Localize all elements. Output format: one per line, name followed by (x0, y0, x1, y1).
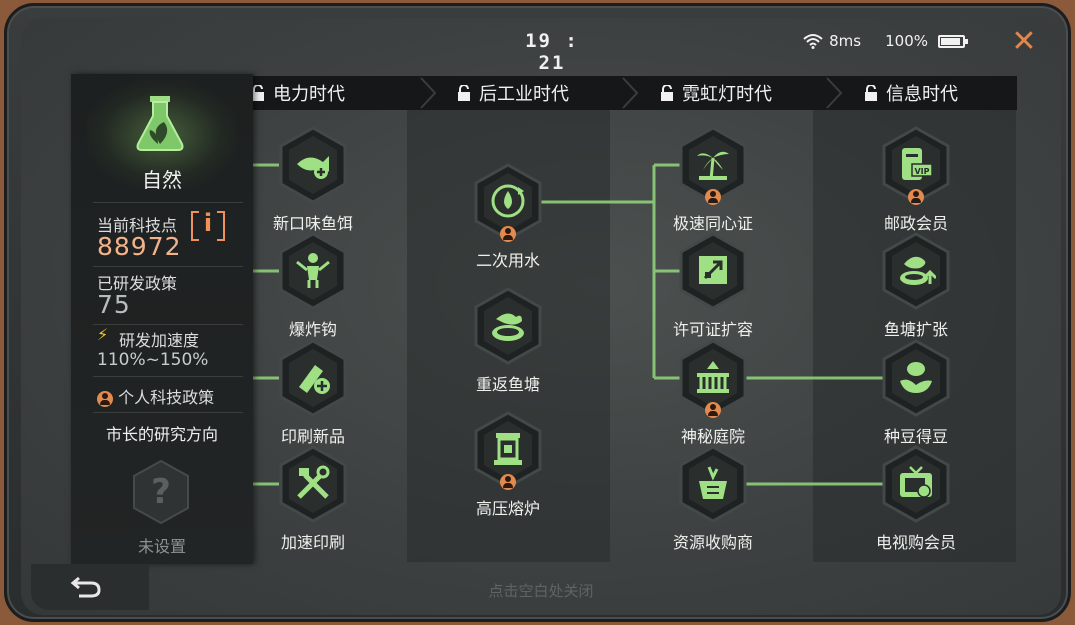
tech-node[interactable]: 加速印刷 (273, 445, 353, 555)
close-hint: 点击空白处关闭 (488, 582, 594, 600)
tech-node[interactable]: VIP 邮政会员 (876, 126, 956, 236)
tech-points-value: 88972 (97, 232, 182, 261)
tech-name: 电视购会员 (875, 533, 956, 552)
svg-text:VIP: VIP (914, 167, 929, 176)
license-expand-icon (699, 256, 727, 284)
tech-node[interactable]: 爆炸钩 (273, 232, 353, 342)
print-new-icon (299, 365, 330, 394)
tech-name: 新口味鱼饵 (272, 214, 353, 233)
tech-node[interactable]: 重返鱼塘 (468, 287, 548, 397)
divider (93, 376, 243, 377)
info-button[interactable]: i (191, 211, 225, 241)
divider (93, 266, 243, 267)
resource-buyer-icon (699, 466, 727, 499)
side-panel: 自然 当前科技点 i 88972 已研发政策 75 ⚡ 研发加速度 110%~1… (71, 74, 253, 564)
palm-certificate-icon (697, 151, 729, 181)
tv-shopping-icon (900, 466, 932, 498)
tech-name: 神秘庭院 (680, 427, 745, 446)
divider (93, 324, 243, 325)
unset-label: 未设置 (137, 537, 186, 556)
researched-value: 75 (97, 290, 131, 319)
tech-node[interactable]: 神秘庭院 (673, 339, 753, 449)
vip-mail-icon: VIP (902, 148, 933, 180)
furnace-icon (494, 433, 522, 465)
tech-node[interactable]: 极速同心证 (673, 126, 753, 236)
divider (93, 202, 243, 203)
flask-leaf-icon (136, 96, 184, 151)
garden-icon (697, 361, 729, 393)
tech-node[interactable]: 印刷新品 (273, 339, 353, 449)
tech-name: 重返鱼塘 (475, 375, 540, 394)
person-icon (97, 390, 113, 407)
research-direction-label: 市长的研究方向 (105, 425, 218, 444)
personal-policy-label: 个人科技政策 (118, 388, 215, 407)
tech-node[interactable]: 资源收购商 (673, 445, 753, 555)
device-frame: 19 : 21 8ms 100% ✕ 电力时代 后工业时代 霓虹灯时代 信息时代… (4, 3, 1071, 622)
tech-tree-screen[interactable]: 19 : 21 8ms 100% ✕ 电力时代 后工业时代 霓虹灯时代 信息时代… (21, 18, 1061, 615)
person-icon (500, 474, 516, 490)
tech-node[interactable]: 鱼塘扩张 (876, 232, 956, 342)
person-icon (705, 402, 721, 418)
speed-print-icon (297, 465, 330, 499)
tech-node[interactable]: 新口味鱼饵 (273, 126, 353, 236)
person-icon (500, 226, 516, 242)
category-title: 自然 (142, 168, 182, 192)
lightning-icon: ⚡ (97, 325, 109, 344)
speed-value: 110%~150% (97, 350, 209, 370)
tech-name: 印刷新品 (280, 427, 345, 446)
tech-name: 鱼塘扩张 (883, 320, 948, 339)
fish-pond-icon (492, 313, 524, 341)
bean-icon (900, 362, 932, 393)
tech-name: 许可证扩容 (672, 320, 753, 339)
speed-label: 研发加速度 (119, 331, 200, 350)
person-icon (908, 189, 924, 205)
personal-policy-row[interactable]: 个人科技政策 (97, 384, 214, 408)
tech-name: 资源收购商 (672, 533, 753, 552)
tech-name: 邮政会员 (883, 214, 948, 233)
tech-node[interactable]: 电视购会员 (876, 445, 956, 555)
water-recycle-icon (491, 184, 525, 218)
question-icon: ? (151, 472, 171, 512)
tech-node[interactable]: 二次用水 (468, 163, 548, 273)
tech-name: 二次用水 (475, 251, 540, 270)
divider (93, 412, 243, 413)
tech-name: 种豆得豆 (883, 427, 948, 446)
tech-name: 极速同心证 (672, 214, 753, 233)
tech-node[interactable]: 高压熔炉 (468, 411, 548, 521)
tech-name: 高压熔炉 (475, 499, 540, 518)
bait-fish-icon (297, 156, 329, 179)
tech-name: 加速印刷 (280, 533, 345, 552)
tech-name: 爆炸钩 (288, 320, 337, 339)
tech-node[interactable]: 许可证扩容 (673, 232, 753, 342)
tech-node[interactable]: 种豆得豆 (876, 339, 956, 449)
explosive-hook-icon (296, 253, 330, 288)
pond-expand-icon (900, 256, 936, 285)
person-icon (705, 189, 721, 205)
